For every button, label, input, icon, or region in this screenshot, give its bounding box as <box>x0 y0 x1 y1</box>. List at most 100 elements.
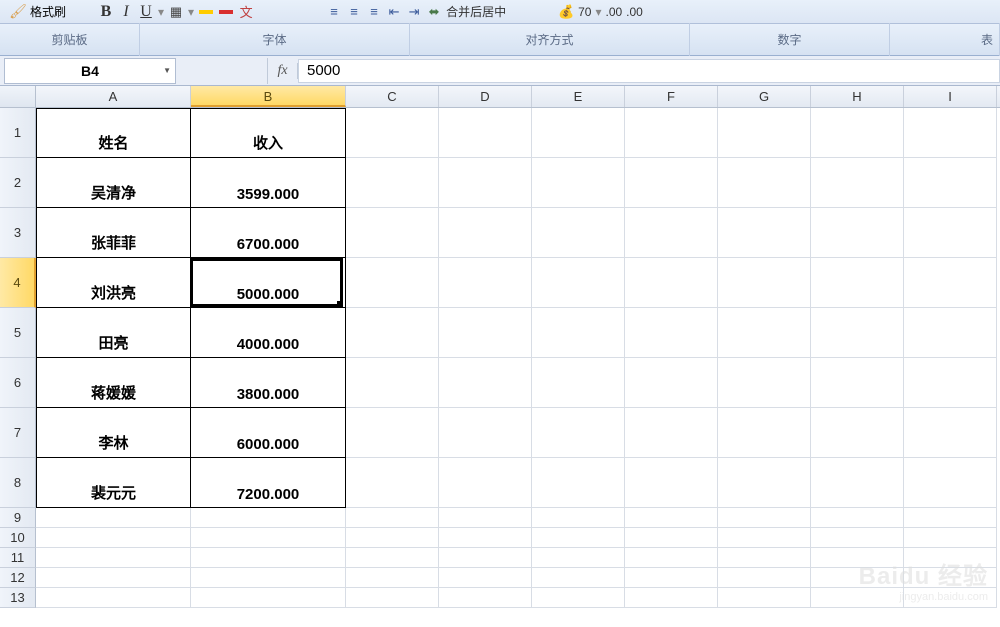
cell[interactable] <box>346 528 439 548</box>
cell[interactable] <box>625 508 718 528</box>
row-header[interactable]: 7 <box>0 408 36 458</box>
row-header[interactable]: 9 <box>0 508 36 528</box>
cell[interactable] <box>811 108 904 158</box>
cell[interactable] <box>625 258 718 308</box>
col-header-E[interactable]: E <box>532 86 625 107</box>
cell[interactable] <box>625 158 718 208</box>
cell[interactable] <box>532 548 625 568</box>
cell[interactable] <box>36 588 191 608</box>
cell[interactable] <box>811 358 904 408</box>
cell[interactable] <box>346 508 439 528</box>
cell[interactable] <box>811 508 904 528</box>
format-painter-label[interactable]: 格式刷 <box>30 3 66 20</box>
col-header-F[interactable]: F <box>625 86 718 107</box>
col-header-G[interactable]: G <box>718 86 811 107</box>
cell[interactable] <box>532 358 625 408</box>
cell[interactable] <box>904 258 997 308</box>
cell[interactable] <box>904 208 997 258</box>
cell[interactable] <box>625 458 718 508</box>
font-color-icon[interactable] <box>218 4 234 20</box>
cell[interactable] <box>904 458 997 508</box>
col-header-I[interactable]: I <box>904 86 997 107</box>
cell[interactable] <box>191 548 346 568</box>
italic-button[interactable]: I <box>118 4 134 20</box>
cell[interactable] <box>718 208 811 258</box>
row-header[interactable]: 4 <box>0 258 36 308</box>
cell[interactable] <box>439 508 532 528</box>
cell[interactable] <box>718 358 811 408</box>
cell[interactable] <box>36 508 191 528</box>
cell[interactable] <box>346 258 439 308</box>
cell[interactable] <box>191 568 346 588</box>
cell[interactable] <box>904 158 997 208</box>
cell-B7[interactable]: 6000.000 <box>191 408 346 458</box>
cell[interactable] <box>36 568 191 588</box>
cell-B3[interactable]: 6700.000 <box>191 208 346 258</box>
cell-A7[interactable]: 李林 <box>36 408 191 458</box>
cell[interactable] <box>904 568 997 588</box>
align-left-icon[interactable]: ≡ <box>326 4 342 20</box>
cell-B5[interactable]: 4000.000 <box>191 308 346 358</box>
col-header-H[interactable]: H <box>811 86 904 107</box>
cell[interactable] <box>346 408 439 458</box>
cell[interactable] <box>904 358 997 408</box>
align-right-icon[interactable]: ≡ <box>366 4 382 20</box>
cell-B6[interactable]: 3800.000 <box>191 358 346 408</box>
cell[interactable] <box>625 588 718 608</box>
cell-A3[interactable]: 张菲菲 <box>36 208 191 258</box>
cell[interactable] <box>191 588 346 608</box>
row-header[interactable]: 5 <box>0 308 36 358</box>
align-center-icon[interactable]: ≡ <box>346 4 362 20</box>
cell[interactable] <box>439 158 532 208</box>
cell[interactable] <box>36 528 191 548</box>
cell[interactable] <box>346 568 439 588</box>
cell[interactable] <box>346 588 439 608</box>
row-header[interactable]: 6 <box>0 358 36 408</box>
formula-input[interactable] <box>298 59 1000 83</box>
fill-color-icon[interactable] <box>198 4 214 20</box>
cell[interactable] <box>532 408 625 458</box>
cell[interactable] <box>904 308 997 358</box>
cell[interactable] <box>346 108 439 158</box>
cell-A5[interactable]: 田亮 <box>36 308 191 358</box>
cell[interactable] <box>532 458 625 508</box>
phonetic-icon[interactable]: 文 <box>238 4 254 20</box>
cell[interactable] <box>532 158 625 208</box>
cell-B1[interactable]: 收入 <box>191 108 346 158</box>
underline-button[interactable]: U <box>138 4 154 20</box>
row-header[interactable]: 3 <box>0 208 36 258</box>
merge-icon[interactable]: ⬌ <box>426 4 442 20</box>
cell[interactable] <box>532 308 625 358</box>
cell[interactable] <box>439 588 532 608</box>
cell[interactable] <box>439 308 532 358</box>
cell-A4[interactable]: 刘洪亮 <box>36 258 191 308</box>
cell[interactable] <box>532 108 625 158</box>
cell-A1[interactable]: 姓名 <box>36 108 191 158</box>
dec-inc[interactable]: .00 <box>605 5 622 19</box>
cell[interactable] <box>811 568 904 588</box>
row-header[interactable]: 8 <box>0 458 36 508</box>
col-header-A[interactable]: A <box>36 86 191 107</box>
cell[interactable] <box>532 208 625 258</box>
cell-A2[interactable]: 吴清净 <box>36 158 191 208</box>
cell[interactable] <box>532 568 625 588</box>
cell[interactable] <box>904 548 997 568</box>
cell[interactable] <box>811 258 904 308</box>
cell[interactable] <box>904 408 997 458</box>
row-header[interactable]: 2 <box>0 158 36 208</box>
cell[interactable] <box>625 358 718 408</box>
cell[interactable] <box>439 258 532 308</box>
cell[interactable] <box>346 158 439 208</box>
cell[interactable] <box>904 508 997 528</box>
cell[interactable] <box>904 588 997 608</box>
row-header[interactable]: 10 <box>0 528 36 548</box>
cell[interactable] <box>532 528 625 548</box>
cell[interactable] <box>439 458 532 508</box>
merge-center-label[interactable]: 合并后居中 <box>446 3 506 20</box>
row-header[interactable]: 11 <box>0 548 36 568</box>
cell-A6[interactable]: 蒋媛媛 <box>36 358 191 408</box>
cell[interactable] <box>625 568 718 588</box>
indent-dec-icon[interactable]: ⇤ <box>386 4 402 20</box>
cell[interactable] <box>439 548 532 568</box>
cell[interactable] <box>625 528 718 548</box>
